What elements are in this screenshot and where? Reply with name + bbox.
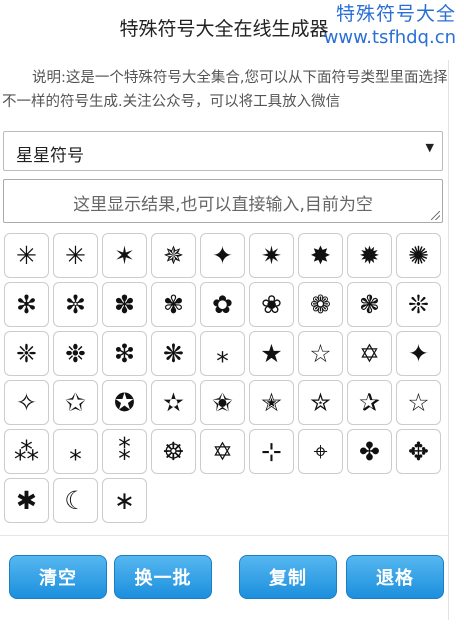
symbol-cell[interactable]: ✫ (151, 380, 196, 425)
symbol-cell[interactable]: ✿ (200, 282, 245, 327)
symbol-cell[interactable]: ✩ (53, 380, 98, 425)
symbol-cell[interactable]: ✦ (396, 331, 441, 376)
symbol-cell[interactable]: ❀ (249, 282, 294, 327)
symbol-cell[interactable]: ⁎ (53, 429, 98, 474)
symbol-cell[interactable]: ✬ (200, 380, 245, 425)
symbol-cell[interactable]: ✵ (151, 233, 196, 278)
refresh-batch-button[interactable]: 换一批 (114, 555, 212, 599)
copy-button[interactable]: 复制 (239, 555, 337, 599)
backspace-button[interactable]: 退格 (346, 555, 444, 599)
symbol-cell[interactable]: ✸ (298, 233, 343, 278)
symbol-cell[interactable]: ✽ (102, 282, 147, 327)
symbol-cell[interactable]: ❃ (347, 282, 392, 327)
symbol-cell[interactable]: ⊹ (249, 429, 294, 474)
symbol-cell[interactable]: ⁑ (102, 429, 147, 474)
symbol-cell[interactable]: ☸ (151, 429, 196, 474)
symbol-cell[interactable]: ✹ (347, 233, 392, 278)
symbol-cell[interactable]: ❁ (298, 282, 343, 327)
symbol-cell[interactable]: ✡ (200, 429, 245, 474)
symbol-cell[interactable]: ✾ (151, 282, 196, 327)
symbol-cell[interactable]: ⌖ (298, 429, 343, 474)
chevron-down-icon: ▼ (425, 141, 434, 154)
symbol-cell[interactable]: ✡ (347, 331, 392, 376)
result-placeholder: 这里显示结果,也可以直接输入,目前为空 (73, 195, 373, 215)
symbol-cell[interactable]: ☆ (396, 380, 441, 425)
symbol-cell[interactable]: ☾ (53, 478, 98, 523)
symbol-cell[interactable]: ✮ (298, 380, 343, 425)
symbol-cell[interactable]: ✷ (249, 233, 294, 278)
symbol-cell[interactable]: ✧ (4, 380, 49, 425)
symbol-cell[interactable]: ❊ (396, 282, 441, 327)
section-divider (0, 535, 448, 536)
symbol-cell[interactable]: ✥ (396, 429, 441, 474)
symbol-cell[interactable]: ✳ (4, 233, 49, 278)
symbol-cell[interactable]: ⁂ (4, 429, 49, 474)
symbol-cell[interactable]: ✰ (347, 380, 392, 425)
symbol-cell[interactable]: ✪ (102, 380, 147, 425)
symbol-cell[interactable]: ❈ (4, 331, 49, 376)
symbol-cell[interactable]: ✻ (4, 282, 49, 327)
symbol-cell[interactable]: ✳ (53, 233, 98, 278)
symbol-cell[interactable]: ∗ (102, 478, 147, 523)
symbol-cell[interactable]: ❉ (53, 331, 98, 376)
symbol-cell[interactable]: ✺ (396, 233, 441, 278)
symbol-cell[interactable]: ✼ (53, 282, 98, 327)
resize-handle-icon[interactable] (431, 211, 440, 220)
description-text: 说明:这是一个特殊符号大全集合,您可以从下面符号类型里面选择不一样的符号生成.关… (2, 70, 448, 110)
right-divider-line (448, 60, 449, 620)
symbol-cell[interactable]: ✦ (200, 233, 245, 278)
symbol-cell[interactable]: ✶ (102, 233, 147, 278)
clear-button[interactable]: 清空 (9, 555, 107, 599)
symbol-cell[interactable]: ❇ (102, 331, 147, 376)
symbol-cell[interactable]: ☆ (298, 331, 343, 376)
result-textarea[interactable]: 这里显示结果,也可以直接输入,目前为空 (3, 179, 443, 223)
symbol-category-select[interactable]: 星星符号 ▼ (3, 131, 443, 171)
site-watermark: 特殊符号大全 www.tsfhdq.cn (324, 2, 456, 50)
select-value: 星星符号 (16, 146, 84, 166)
symbol-cell[interactable]: ★ (249, 331, 294, 376)
watermark-url: www.tsfhdq.cn (323, 27, 456, 48)
watermark-title: 特殊符号大全 (335, 3, 456, 25)
symbol-cell[interactable]: ✱ (4, 478, 49, 523)
symbol-cell[interactable]: ❋ (151, 331, 196, 376)
symbol-cell[interactable]: ✤ (347, 429, 392, 474)
symbol-cell[interactable]: ⁎ (200, 331, 245, 376)
symbol-cell[interactable]: ✭ (249, 380, 294, 425)
